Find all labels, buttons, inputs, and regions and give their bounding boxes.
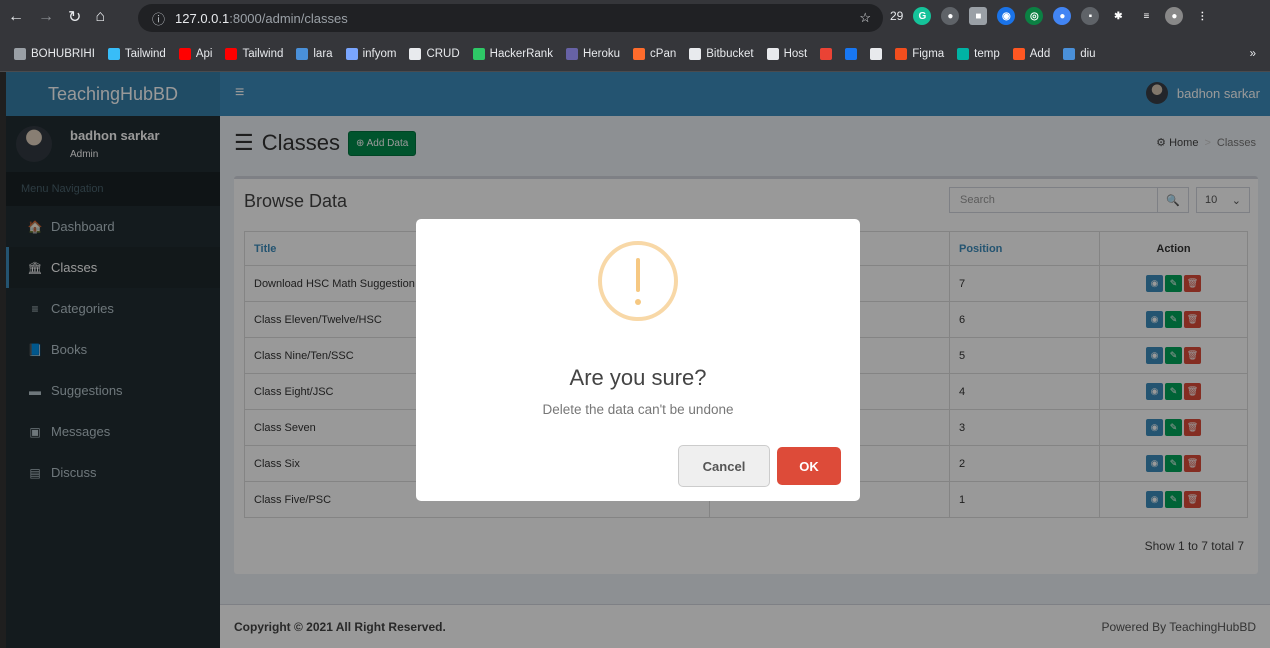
bookmark-favicon-icon xyxy=(766,47,779,60)
reload-icon[interactable]: ↻ xyxy=(68,7,81,27)
bookmark-item[interactable] xyxy=(870,47,883,60)
extension-icon[interactable]: ● xyxy=(1053,7,1072,25)
ext-count[interactable]: 29 xyxy=(890,9,903,23)
bookmark-label: lara xyxy=(313,47,333,60)
bookmark-label: Bitbucket xyxy=(706,47,754,60)
dialog-title: Are you sure? xyxy=(569,365,707,390)
bookmark-item[interactable]: diu xyxy=(1063,47,1096,60)
bookmark-item[interactable]: Host xyxy=(766,47,808,60)
forward-icon[interactable]: → xyxy=(38,8,54,26)
bookmark-item[interactable]: lara xyxy=(296,47,333,60)
bookmark-label: temp xyxy=(974,47,1000,60)
bookmark-favicon-icon xyxy=(296,47,309,60)
bookmark-item[interactable]: Api xyxy=(178,47,213,60)
ok-button[interactable]: OK xyxy=(777,447,841,485)
bookmark-label: BOHUBRIHI xyxy=(31,47,95,60)
bookmark-favicon-icon xyxy=(1063,47,1076,60)
bookmark-favicon-icon xyxy=(633,47,646,60)
bookmark-item[interactable]: Tailwind xyxy=(225,47,284,60)
bookmark-favicon-icon xyxy=(107,47,120,60)
bookmark-label: Figma xyxy=(912,47,945,60)
bookmark-favicon-icon xyxy=(14,47,26,60)
bookmark-favicon-icon xyxy=(178,47,191,60)
bookmark-item[interactable]: CRUD xyxy=(409,47,460,60)
bookmark-star-icon[interactable]: ☆ xyxy=(859,10,871,26)
bookmark-label: Api xyxy=(195,47,213,60)
warning-icon xyxy=(598,241,678,321)
extension-icon[interactable]: ◎ xyxy=(1025,7,1044,25)
bookmark-label: diu xyxy=(1080,47,1096,60)
bookmark-label: HackerRank xyxy=(489,47,553,60)
bookmark-item[interactable]: BOHUBRIHI xyxy=(14,47,95,60)
queue-icon[interactable]: ≡ xyxy=(1137,7,1155,25)
home-icon[interactable]: ⌂ xyxy=(95,8,105,26)
back-icon[interactable]: ← xyxy=(8,8,24,26)
bookmark-item[interactable]: Figma xyxy=(895,47,945,60)
bookmark-item[interactable] xyxy=(820,47,833,60)
browser-nav: ← → ↻ ⌂ xyxy=(8,7,105,27)
extension-icon[interactable]: ■ xyxy=(969,7,988,25)
bookmark-item[interactable]: Bitbucket xyxy=(689,47,754,60)
bookmark-label: CRUD xyxy=(426,47,460,60)
dialog-text: Delete the data can't be undone xyxy=(542,402,734,417)
bookmark-label: Add xyxy=(1029,47,1051,60)
bookmarks-bar: BOHUBRIHI Tailwind Api Tailwind lara infyom CR… xyxy=(0,36,1270,72)
extensions: 29 G ● ■ ◉ ◎ ● ▪ ✱ ≡ ● ⋮ xyxy=(890,7,1211,25)
bookmark-label: Tailwind xyxy=(242,47,284,60)
bookmark-favicon-icon xyxy=(870,47,883,60)
bookmark-favicon-icon xyxy=(409,47,422,60)
puzzle-icon[interactable]: ✱ xyxy=(1109,7,1127,25)
site-info-icon[interactable]: ⓘ xyxy=(152,9,165,28)
address-bar[interactable]: ⓘ 127.0.0.1:8000/admin/classes ☆ xyxy=(138,4,883,32)
grammarly-icon[interactable]: G xyxy=(913,7,932,25)
bookmarks-more-icon[interactable]: » xyxy=(1250,48,1256,60)
bookmark-item[interactable]: Tailwind xyxy=(107,47,166,60)
extension-icon[interactable]: ▪ xyxy=(1081,7,1100,25)
bookmark-item[interactable]: Heroku xyxy=(565,47,621,60)
bookmark-favicon-icon xyxy=(957,47,970,60)
cancel-button[interactable]: Cancel xyxy=(678,445,770,487)
menu-icon[interactable]: ⋮ xyxy=(1193,7,1211,25)
bookmark-item[interactable]: Add xyxy=(1012,47,1051,60)
bookmark-label: cPan xyxy=(650,47,677,60)
bookmark-favicon-icon xyxy=(845,47,858,60)
bookmark-label: infyom xyxy=(362,47,397,60)
bookmark-label: Host xyxy=(783,47,808,60)
confirm-dialog: Are you sure? Delete the data can't be u… xyxy=(416,219,860,501)
bookmark-favicon-icon xyxy=(472,47,485,60)
extension-icon[interactable]: ● xyxy=(941,7,960,25)
bookmark-favicon-icon xyxy=(1012,47,1025,60)
bookmark-item[interactable]: temp xyxy=(957,47,1000,60)
bookmark-favicon-icon xyxy=(225,47,238,60)
bookmark-item[interactable] xyxy=(845,47,858,60)
profile-icon[interactable]: ● xyxy=(1165,7,1184,25)
bookmark-favicon-icon xyxy=(895,47,908,60)
bookmark-item[interactable]: cPan xyxy=(633,47,677,60)
bookmark-favicon-icon xyxy=(689,47,702,60)
extension-icon[interactable]: ◉ xyxy=(997,7,1016,25)
browser-toolbar: ← → ↻ ⌂ ⓘ 127.0.0.1:8000/admin/classes ☆… xyxy=(0,0,1270,36)
url-path: :8000/admin/classes xyxy=(229,10,348,26)
bookmark-favicon-icon xyxy=(565,47,578,60)
bookmark-favicon-icon xyxy=(345,47,358,60)
bookmark-item[interactable]: HackerRank xyxy=(472,47,553,60)
url-host: 127.0.0.1 xyxy=(175,10,230,26)
bookmark-item[interactable]: infyom xyxy=(345,47,397,60)
bookmark-label: Tailwind xyxy=(124,47,166,60)
bookmark-label: Heroku xyxy=(582,47,621,60)
bookmark-favicon-icon xyxy=(820,47,833,60)
